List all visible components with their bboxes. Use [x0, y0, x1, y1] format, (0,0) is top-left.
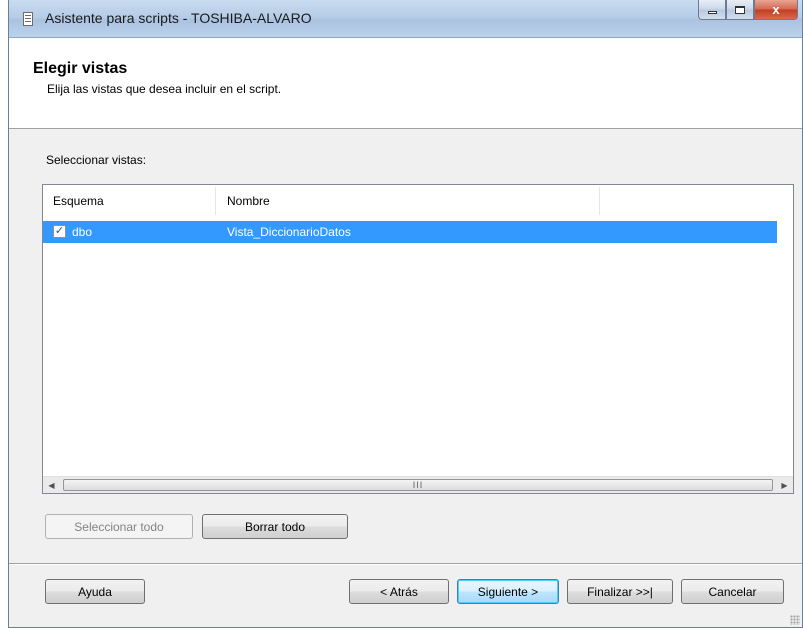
- document-icon: [23, 12, 33, 26]
- help-button[interactable]: Ayuda: [45, 579, 145, 604]
- back-button[interactable]: < Atrás: [349, 579, 449, 604]
- window-controls: x: [698, 0, 798, 22]
- table-row[interactable]: ✓ dbo Vista_DiccionarioDatos: [43, 221, 777, 243]
- wizard-window: Asistente para scripts - TOSHIBA-ALVARO …: [8, 0, 803, 628]
- footer-divider: [9, 563, 802, 565]
- next-button[interactable]: Siguiente >: [457, 579, 559, 604]
- scroll-right-icon[interactable]: ▶: [776, 477, 793, 493]
- check-icon: ✓: [54, 225, 65, 237]
- column-separator[interactable]: [215, 187, 216, 215]
- resize-grip-icon[interactable]: [790, 615, 800, 625]
- maximize-icon: [735, 5, 745, 14]
- cell-name: Vista_DiccionarioDatos: [227, 225, 351, 239]
- views-list[interactable]: Esquema Nombre ✓ dbo Vista_DiccionarioDa…: [42, 184, 794, 494]
- clear-all-button[interactable]: Borrar todo: [202, 514, 348, 539]
- horizontal-scrollbar[interactable]: ◀ III ▶: [43, 476, 793, 493]
- column-header-name[interactable]: Nombre: [227, 194, 270, 208]
- page-header: Elegir vistas Elija las vistas que desea…: [9, 38, 802, 129]
- scrollbar-thumb[interactable]: III: [63, 479, 773, 491]
- close-button[interactable]: x: [754, 0, 798, 20]
- page-title: Elegir vistas: [33, 60, 128, 77]
- select-all-button[interactable]: Seleccionar todo: [45, 514, 193, 539]
- title-bar[interactable]: Asistente para scripts - TOSHIBA-ALVARO …: [9, 0, 802, 38]
- page-subtitle: Elija las vistas que desea incluir en el…: [47, 82, 282, 96]
- minimize-button[interactable]: [698, 0, 726, 20]
- scroll-left-icon[interactable]: ◀: [43, 477, 60, 493]
- window-title: Asistente para scripts - TOSHIBA-ALVARO: [45, 10, 312, 26]
- cell-schema: dbo: [72, 225, 93, 239]
- row-checkbox[interactable]: ✓: [53, 225, 66, 238]
- maximize-button[interactable]: [726, 0, 754, 20]
- close-icon: x: [772, 2, 780, 17]
- finish-button[interactable]: Finalizar >>|: [567, 579, 673, 604]
- column-separator[interactable]: [599, 187, 600, 215]
- list-header: Esquema Nombre: [43, 185, 793, 219]
- minimize-icon: [707, 11, 717, 14]
- cancel-button[interactable]: Cancelar: [681, 579, 784, 604]
- grip-icon: III: [412, 480, 424, 490]
- column-header-schema[interactable]: Esquema: [53, 194, 104, 208]
- select-views-label: Seleccionar vistas:: [46, 153, 147, 167]
